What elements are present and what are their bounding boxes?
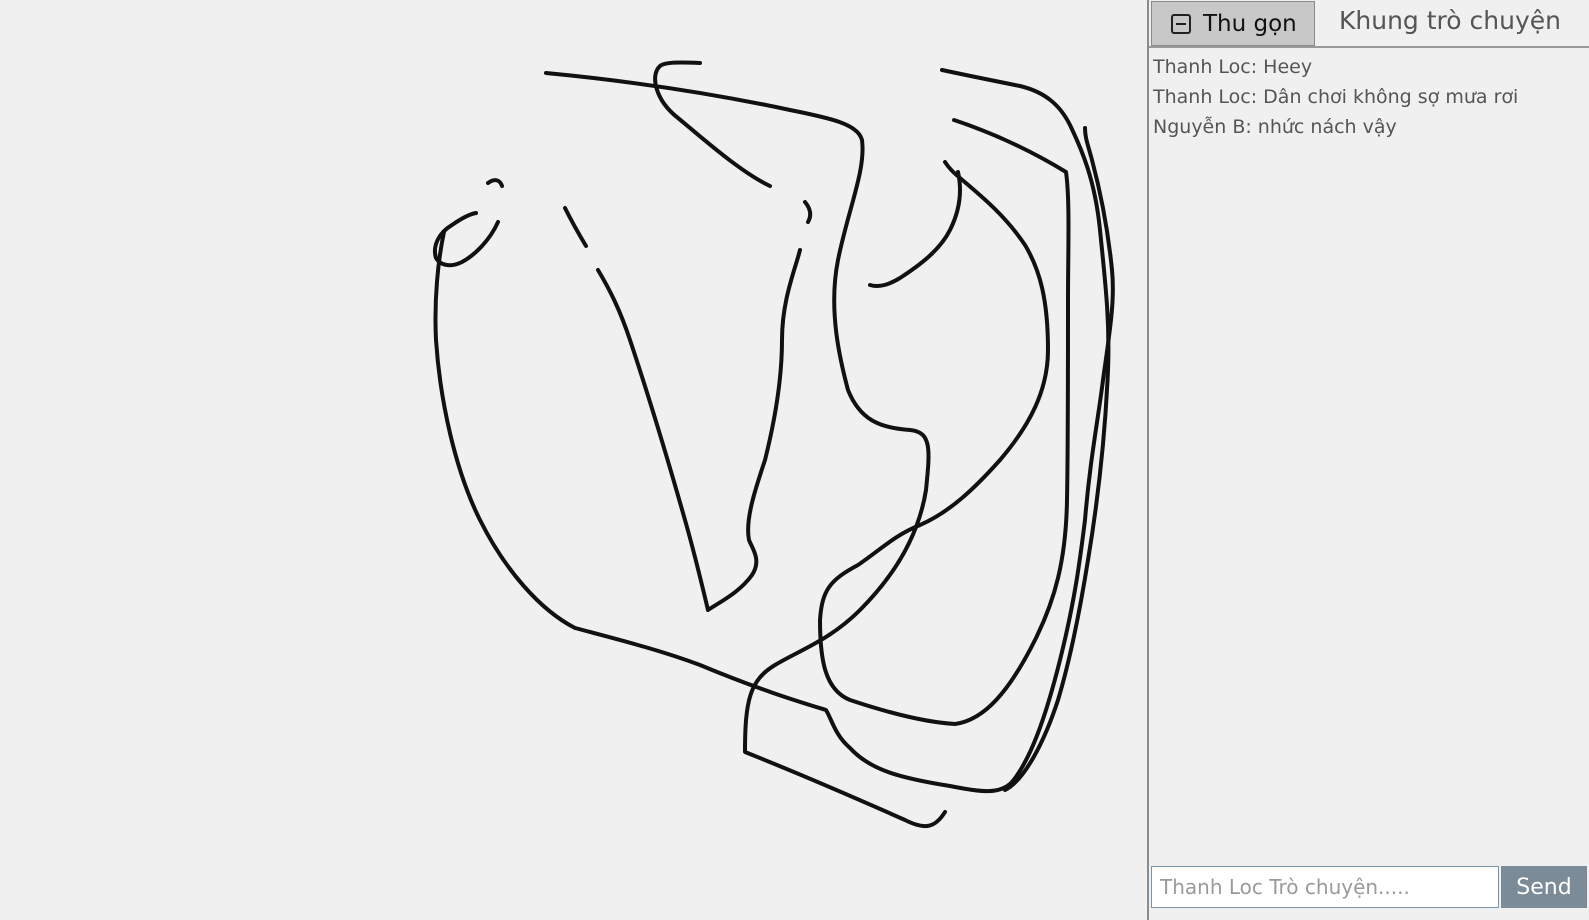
drawing-strokes[interactable] bbox=[0, 0, 1147, 920]
stroke-top-hook bbox=[653, 60, 772, 188]
stroke-right-curve bbox=[940, 68, 1111, 792]
chat-panel: Thu gọn Khung trò chuyện Thanh Loc: Heey… bbox=[1147, 0, 1589, 920]
message-input-bar: Send bbox=[1149, 866, 1589, 910]
send-button[interactable]: Send bbox=[1501, 866, 1587, 908]
chat-header: Thu gọn Khung trò chuyện bbox=[1149, 0, 1589, 48]
app-window: Thu gọn Khung trò chuyện Thanh Loc: Heey… bbox=[0, 0, 1589, 920]
message-input[interactable] bbox=[1151, 866, 1499, 908]
minus-square-icon bbox=[1171, 13, 1191, 34]
collapse-button-label: Thu gọn bbox=[1203, 10, 1297, 37]
stroke-small-hook bbox=[868, 170, 962, 289]
chat-title: Khung trò chuyện bbox=[1339, 6, 1561, 35]
collapse-button[interactable]: Thu gọn bbox=[1151, 1, 1315, 46]
chat-message: Nguyễn B: nhức nách vậy bbox=[1153, 116, 1397, 138]
stroke-small-dash bbox=[803, 200, 813, 224]
chat-message: Thanh Loc: Heey bbox=[1153, 56, 1313, 78]
stroke-inner-curve bbox=[818, 118, 1071, 726]
drawing-canvas[interactable] bbox=[0, 0, 1147, 920]
stroke-left-blob bbox=[433, 178, 504, 268]
chat-message: Thanh Loc: Dân chơi không sợ mưa rơi bbox=[1153, 86, 1519, 108]
stroke-top-long bbox=[544, 71, 947, 829]
message-list: Thanh Loc: Heey Thanh Loc: Dân chơi khôn… bbox=[1153, 52, 1585, 142]
stroke-middle-v bbox=[563, 206, 802, 612]
